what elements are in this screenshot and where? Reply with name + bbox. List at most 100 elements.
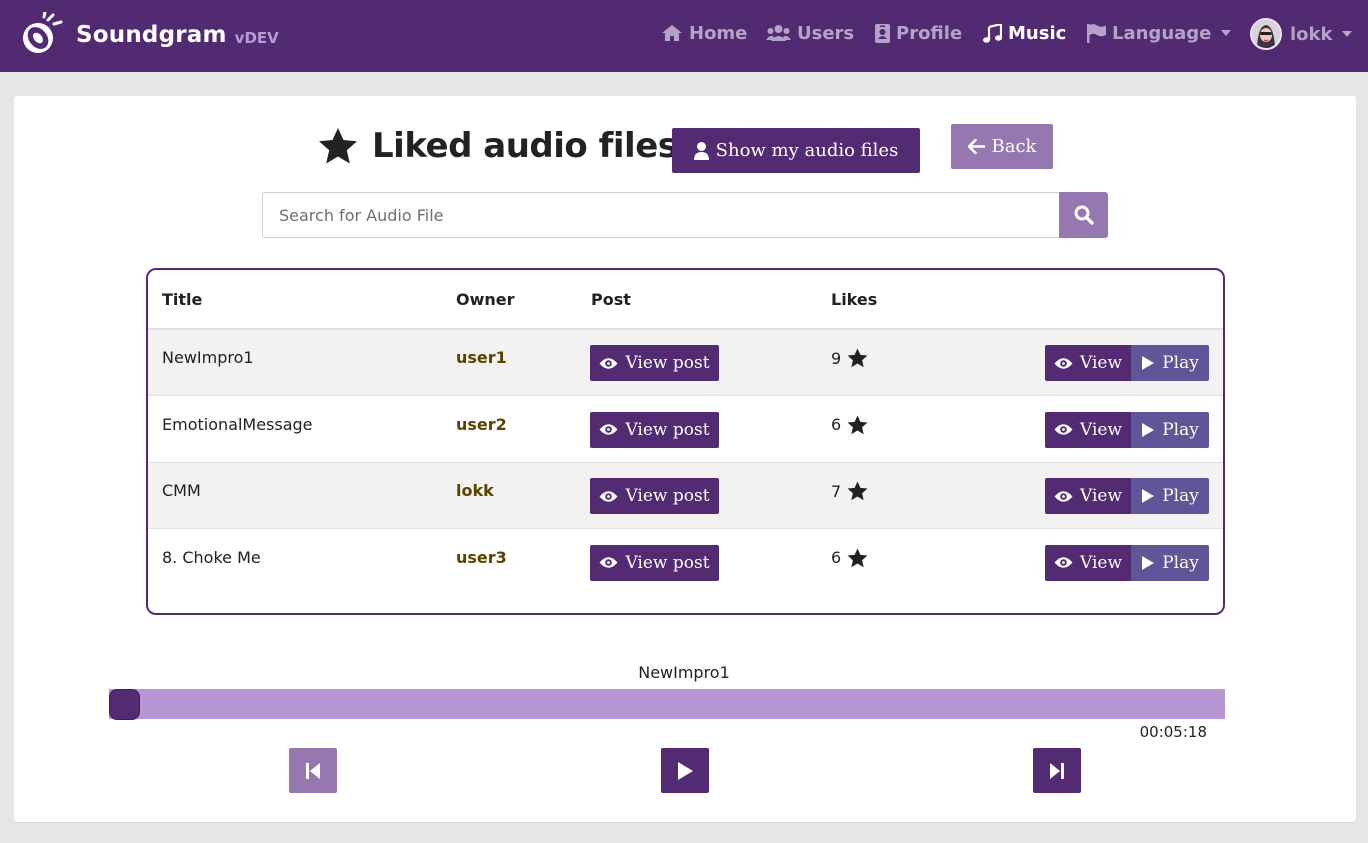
view-post-button[interactable]: View post	[590, 478, 719, 514]
eye-icon	[1054, 557, 1073, 568]
search-icon	[1074, 205, 1094, 225]
brand-logo-icon	[23, 12, 63, 53]
page-title: Liked audio files	[372, 126, 678, 166]
row-likes: 6	[831, 415, 868, 435]
avatar	[1250, 18, 1282, 50]
eye-icon	[599, 490, 618, 502]
row-owner-link[interactable]: user1	[456, 348, 507, 367]
progress-bar[interactable]	[109, 689, 1225, 719]
likes-count: 6	[831, 548, 842, 567]
row-owner-link[interactable]: user2	[456, 415, 507, 434]
view-button[interactable]: View	[1045, 411, 1131, 448]
search-input[interactable]	[262, 192, 1059, 238]
view-button[interactable]: View	[1045, 345, 1131, 381]
nav-users-label: Users	[797, 22, 855, 44]
play-icon	[1142, 422, 1155, 437]
play-label: Play	[1162, 419, 1199, 440]
row-likes: 6	[831, 548, 868, 568]
play-button[interactable]: Play	[1131, 544, 1209, 581]
table-row: EmotionalMessage user2 View post 6 View …	[148, 397, 1223, 463]
brand-name: Soundgram	[76, 22, 227, 48]
nav-home[interactable]: Home	[661, 20, 747, 46]
nav-users[interactable]: Users	[766, 20, 854, 46]
row-title: NewImpro1	[162, 348, 254, 367]
flag-icon	[1087, 23, 1106, 43]
view-post-label: View post	[625, 419, 710, 440]
play-pause-button[interactable]	[661, 748, 709, 793]
show-my-audio-files-label: Show my audio files	[715, 140, 899, 161]
header-post: Post	[591, 290, 631, 309]
row-likes: 7	[831, 481, 868, 501]
star-icon	[847, 481, 868, 501]
now-playing-title: NewImpro1	[638, 663, 730, 682]
header-likes: Likes	[831, 290, 878, 309]
star-icon	[847, 415, 868, 434]
star-icon	[319, 128, 357, 164]
view-post-button[interactable]: View post	[590, 411, 719, 448]
nav-profile[interactable]: Profile	[875, 20, 962, 46]
star-icon	[847, 548, 868, 567]
brand-version: vDEV	[234, 29, 279, 47]
table-row: CMM lokk View post 7 View Play	[148, 463, 1223, 529]
row-owner-link[interactable]: user3	[456, 548, 507, 567]
table-row: 8. Choke Me user3 View post 6 View Play	[148, 530, 1223, 596]
play-label: Play	[1162, 552, 1199, 573]
view-button[interactable]: View	[1045, 478, 1131, 514]
likes-count: 9	[831, 348, 842, 368]
music-icon	[983, 23, 1002, 43]
view-post-label: View post	[625, 486, 710, 506]
row-title: 8. Choke Me	[162, 547, 261, 567]
likes-count: 6	[831, 415, 842, 434]
nav-music-label: Music	[1008, 22, 1067, 44]
next-icon	[1050, 762, 1064, 779]
eye-icon	[1054, 490, 1073, 502]
view-post-label: View post	[625, 353, 710, 373]
view-label: View	[1079, 419, 1123, 440]
play-label: Play	[1162, 353, 1199, 373]
nav-language-label: Language	[1112, 22, 1212, 44]
header-owner: Owner	[456, 290, 515, 309]
nav-music[interactable]: Music	[983, 20, 1066, 46]
header-title: Title	[162, 290, 203, 309]
progress-thumb[interactable]	[109, 689, 140, 720]
previous-icon	[306, 762, 320, 779]
back-button[interactable]: Back	[951, 124, 1053, 169]
nav-user-dropdown[interactable]: lokk	[1250, 18, 1353, 50]
row-owner-link[interactable]: lokk	[456, 481, 494, 500]
play-button[interactable]: Play	[1131, 345, 1209, 381]
row-title: CMM	[162, 481, 201, 500]
next-button[interactable]	[1033, 748, 1081, 793]
play-icon	[1142, 555, 1155, 570]
eye-icon	[599, 424, 618, 435]
chevron-down-icon	[1342, 31, 1353, 37]
play-button[interactable]: Play	[1131, 411, 1209, 448]
eye-icon	[599, 357, 618, 369]
play-button[interactable]: Play	[1131, 478, 1209, 514]
nav-profile-label: Profile	[896, 22, 963, 44]
nav-language-dropdown[interactable]: Language	[1087, 20, 1232, 46]
view-post-button[interactable]: View post	[590, 345, 719, 381]
nav-home-label: Home	[689, 22, 748, 44]
page-heading: Liked audio files	[318, 126, 678, 166]
back-label: Back	[991, 136, 1037, 157]
view-label: View	[1079, 552, 1123, 573]
view-button[interactable]: View	[1045, 544, 1131, 581]
nav-user-name: lokk	[1290, 23, 1333, 45]
row-likes: 9	[831, 348, 868, 368]
home-icon	[662, 25, 682, 41]
users-icon	[766, 25, 791, 41]
previous-button[interactable]	[289, 748, 337, 793]
track-time: 00:05:18	[1139, 723, 1207, 741]
search-button[interactable]	[1059, 192, 1108, 238]
play-icon	[1142, 356, 1155, 370]
likes-count: 7	[831, 481, 842, 501]
view-post-button[interactable]: View post	[590, 544, 719, 581]
id-card-icon	[875, 23, 890, 43]
play-icon	[1142, 489, 1155, 503]
brand[interactable]: Soundgram vDEV	[18, 12, 279, 58]
arrow-left-icon	[967, 139, 985, 154]
show-my-audio-files-button[interactable]: Show my audio files	[672, 128, 920, 173]
eye-icon	[599, 557, 618, 568]
eye-icon	[1054, 424, 1073, 435]
user-icon	[693, 141, 709, 160]
